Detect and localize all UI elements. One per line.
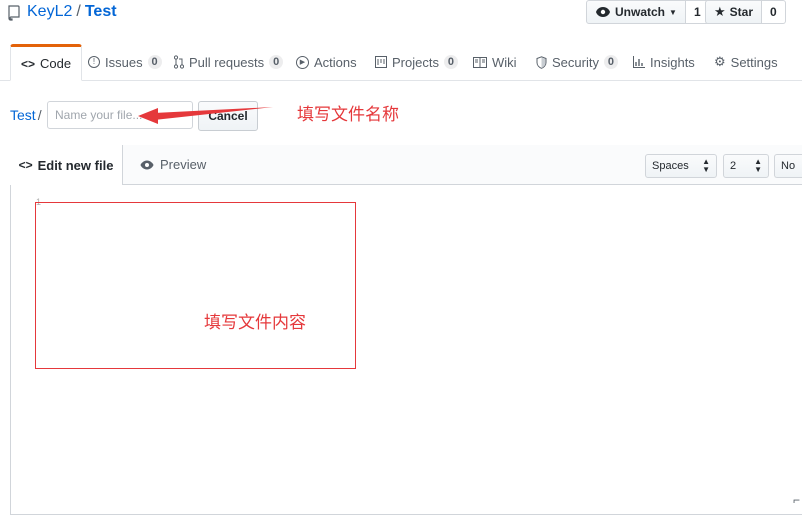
tab-label: Insights — [650, 54, 695, 70]
issues-count-badge: 0 — [147, 55, 162, 69]
gear-icon: ⚙ — [714, 54, 726, 69]
wrap-mode-value: No — [781, 160, 796, 172]
tab-preview[interactable]: Preview — [140, 145, 206, 184]
wrap-mode-select[interactable]: No — [774, 154, 802, 178]
indent-size-select[interactable]: 2 ▲ ▼ — [723, 154, 769, 178]
code-icon: <> — [21, 56, 36, 71]
tab-code[interactable]: <> Code — [10, 44, 83, 81]
tab-actions[interactable]: ▶ Actions — [296, 44, 357, 80]
preview-tab-label: Preview — [160, 157, 207, 172]
tab-label: Wiki — [492, 54, 517, 70]
tab-label: Settings — [730, 54, 778, 70]
unwatch-label: Unwatch — [615, 5, 666, 19]
unwatch-button[interactable]: Unwatch ▼ — [586, 0, 686, 24]
repo-separator: / — [76, 3, 81, 20]
indent-mode-select[interactable]: Spaces ▲ ▼ — [645, 154, 717, 178]
tab-label: Issues — [105, 54, 143, 70]
breadcrumb-separator: / — [37, 107, 42, 123]
star-button[interactable]: ★ Star — [705, 0, 762, 24]
indent-size-value: 2 — [730, 160, 737, 172]
star-count[interactable]: 0 — [762, 0, 786, 24]
tab-pull-requests[interactable]: Pull requests 0 — [174, 44, 284, 80]
security-count-badge: 0 — [603, 55, 618, 69]
breadcrumb: Test / — [10, 107, 42, 123]
shield-icon — [536, 55, 547, 69]
repo-nav: <> Code ! Issues 0 Pull requests 0 ▶ Act… — [0, 44, 802, 81]
star-label: Star — [729, 5, 753, 19]
caret-down-icon: ▼ — [669, 7, 677, 17]
content-highlight-box[interactable] — [35, 202, 356, 369]
breadcrumb-repo-link[interactable]: Test — [10, 107, 36, 123]
tab-insights[interactable]: Insights — [633, 44, 695, 80]
tab-label: Actions — [314, 54, 357, 70]
tab-label: Code — [40, 56, 72, 71]
projects-count-badge: 0 — [443, 55, 458, 69]
select-arrows-icon: ▲ ▼ — [702, 157, 710, 174]
indent-mode-value: Spaces — [652, 160, 689, 172]
tab-edit-new-file[interactable]: <> Edit new file — [10, 145, 123, 185]
star-group: ★ Star 0 — [705, 0, 786, 24]
eye-icon — [596, 7, 610, 17]
tab-issues[interactable]: ! Issues 0 — [88, 44, 162, 80]
tab-label: Security — [552, 54, 599, 70]
book-icon — [473, 56, 487, 68]
resize-handle-icon[interactable]: ⌐ — [793, 493, 800, 507]
star-icon: ★ — [714, 4, 726, 19]
repo-title: KeyL2/Test — [27, 2, 117, 22]
issue-icon: ! — [88, 56, 100, 68]
watch-group: Unwatch ▼ 1 — [586, 0, 710, 24]
annotation-arrow-icon — [138, 107, 273, 124]
repo-name-link[interactable]: Test — [85, 3, 117, 20]
edit-tab-label: Edit new file — [37, 157, 114, 173]
annotation-filename: 填写文件名称 — [297, 105, 399, 124]
tab-label: Projects — [392, 54, 439, 70]
tab-security[interactable]: Security 0 — [536, 44, 618, 80]
tab-label: Pull requests — [189, 54, 265, 70]
tab-settings[interactable]: ⚙ Settings — [714, 44, 778, 80]
tab-projects[interactable]: Projects 0 — [375, 44, 458, 80]
select-arrows-icon: ▲ ▼ — [754, 157, 762, 174]
project-icon — [375, 56, 387, 68]
annotation-content: 填写文件内容 — [204, 313, 306, 332]
repo-icon — [8, 5, 20, 21]
code-icon: <> — [18, 158, 33, 172]
tab-wiki[interactable]: Wiki — [473, 44, 517, 80]
repo-owner-link[interactable]: KeyL2 — [27, 3, 72, 20]
eye-icon — [140, 160, 154, 169]
pull-requests-count-badge: 0 — [269, 55, 284, 69]
graph-icon — [633, 56, 645, 68]
play-icon: ▶ — [296, 55, 309, 69]
pull-request-icon — [174, 55, 184, 69]
